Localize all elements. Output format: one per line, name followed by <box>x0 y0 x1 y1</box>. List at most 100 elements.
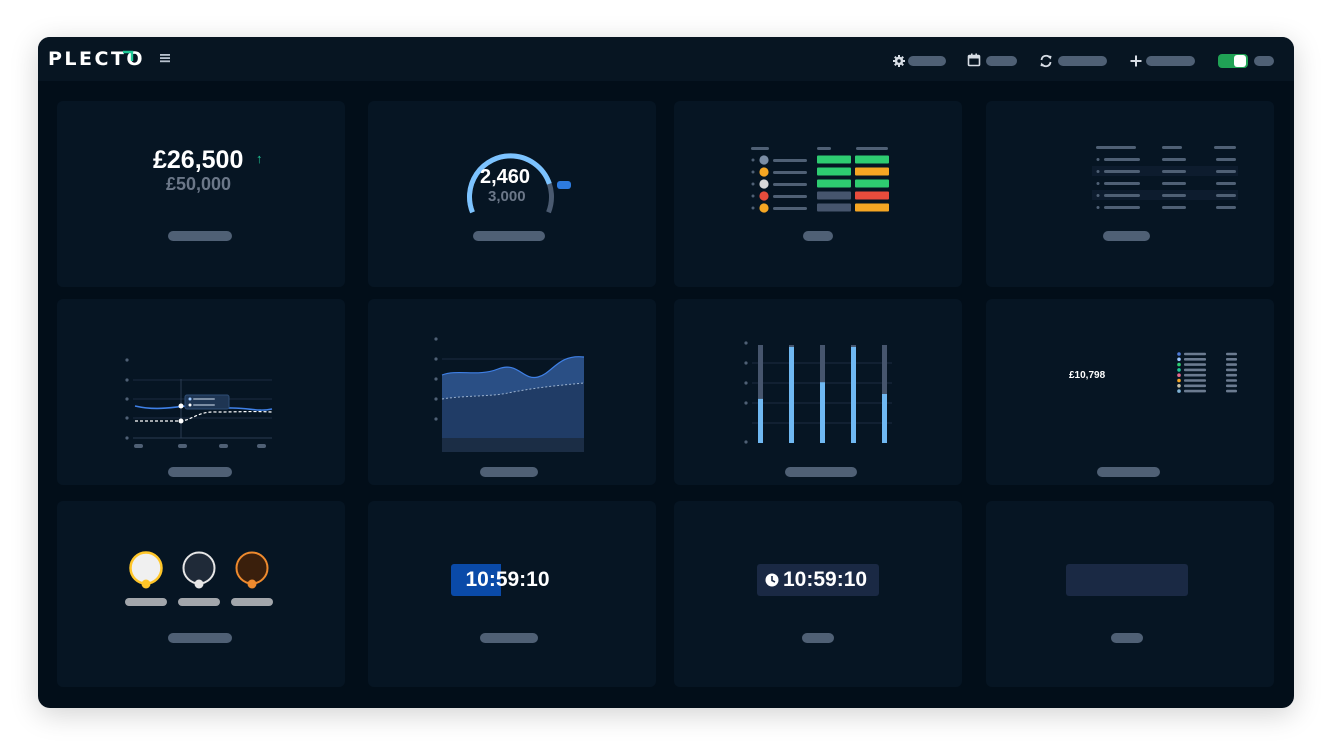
widget-label <box>168 633 232 643</box>
row-bullet <box>751 158 755 162</box>
row-value <box>1216 194 1236 197</box>
tooltip <box>184 394 230 410</box>
widget-leaderboard-medals[interactable] <box>57 501 345 687</box>
row-name <box>1104 158 1140 161</box>
widget-bar-chart[interactable] <box>674 299 962 485</box>
gauge-marker <box>557 181 571 189</box>
row-value <box>1162 194 1186 197</box>
widget-line-chart[interactable] <box>57 299 345 485</box>
row-bullet <box>1096 158 1100 161</box>
widget-clock[interactable]: 10:59:10 <box>674 501 962 687</box>
legend-label <box>1184 358 1206 361</box>
bar <box>789 346 794 443</box>
refresh-label <box>1058 56 1107 66</box>
bronze-medal-icon <box>247 579 257 589</box>
legend-value <box>1226 384 1237 388</box>
clock-icon <box>765 573 779 587</box>
row-value <box>1162 206 1186 209</box>
legend-dot <box>1177 378 1181 383</box>
legend-label <box>1184 368 1206 372</box>
series-line-white <box>135 410 273 422</box>
status-cell <box>817 191 851 200</box>
widget-label <box>1103 231 1150 241</box>
row-bullet <box>751 170 755 174</box>
gold-medal-icon <box>141 579 151 589</box>
row-bullet <box>1096 170 1100 173</box>
legend-value <box>1226 379 1237 382</box>
row-value <box>1162 170 1186 173</box>
medal-podium <box>125 551 273 606</box>
widget-number[interactable]: £26,500 ↑ £50,000 <box>57 101 345 287</box>
widget-label <box>473 231 545 241</box>
legend-value <box>1226 352 1237 356</box>
status-cell <box>855 203 889 212</box>
legend-dot <box>1177 357 1181 362</box>
logo-mark-icon <box>123 50 134 61</box>
header-cell <box>856 147 888 150</box>
gauge-value: 2,460 <box>480 166 531 188</box>
refresh-icon <box>1040 54 1052 68</box>
row-value <box>1162 182 1186 185</box>
plus-icon <box>1130 55 1142 67</box>
header-cell <box>1214 146 1236 149</box>
row-value <box>1162 158 1186 161</box>
widget-list[interactable] <box>986 101 1274 287</box>
widget-timer[interactable]: 10:59:10 <box>368 501 656 687</box>
row-name <box>773 159 807 162</box>
row-name <box>1104 194 1140 197</box>
toggle-label <box>1254 56 1274 66</box>
widget-label <box>785 467 857 477</box>
legend-label <box>1184 384 1206 388</box>
clock-time: 10:59:10 <box>783 568 868 591</box>
status-table-chart <box>751 147 889 213</box>
widget-area-chart[interactable] <box>368 299 656 485</box>
row-bullet <box>751 206 755 210</box>
legend-dot <box>1177 389 1181 393</box>
placeholder-block <box>1066 564 1188 596</box>
bar-chart <box>744 341 892 444</box>
row-avatar <box>759 167 769 177</box>
date-label <box>986 56 1017 66</box>
widget-label <box>480 633 538 643</box>
row-value <box>1216 182 1236 185</box>
legend-value <box>1226 389 1237 393</box>
legend-value <box>1226 358 1237 361</box>
legend-dot <box>1177 384 1181 388</box>
row-value <box>1216 158 1236 161</box>
row-name <box>773 183 807 186</box>
dashboard-window: PLECTO £26,500 ↑ £50,000 2,460 3,000 £10… <box>38 37 1294 708</box>
menu-icon[interactable] <box>157 50 173 66</box>
area-chart <box>434 337 585 452</box>
row-bullet <box>1096 182 1100 185</box>
legend-label <box>1184 363 1206 366</box>
widget-status-table[interactable] <box>674 101 962 287</box>
row-name <box>773 171 807 174</box>
bar <box>820 382 825 443</box>
legend-value <box>1226 363 1237 366</box>
trend-up-icon: ↑ <box>256 151 263 166</box>
top-bar: PLECTO <box>38 37 1294 81</box>
header-cell <box>1162 146 1182 149</box>
widget-legend-list[interactable]: £10,798 <box>986 299 1274 485</box>
add-label <box>1146 56 1195 66</box>
header-cell <box>751 147 769 150</box>
widget-gauge[interactable]: 2,460 3,000 <box>368 101 656 287</box>
status-cell <box>817 155 851 164</box>
row-avatar <box>759 191 769 201</box>
status-cell <box>855 167 889 176</box>
widget-empty[interactable] <box>986 501 1274 687</box>
settings-label <box>908 56 946 66</box>
status-cell <box>855 179 889 188</box>
toggle-knob <box>1234 55 1246 67</box>
line-chart <box>125 358 273 448</box>
silver-avatar <box>182 551 216 585</box>
row-value <box>1216 206 1236 209</box>
row-name <box>1104 206 1140 209</box>
widget-label <box>1097 467 1160 477</box>
mode-toggle[interactable] <box>1218 54 1248 68</box>
legend-label <box>1184 379 1206 382</box>
bronze-avatar <box>235 551 269 585</box>
header-cell <box>817 147 831 150</box>
legend-dot <box>1177 362 1181 367</box>
gear-icon <box>893 55 905 67</box>
